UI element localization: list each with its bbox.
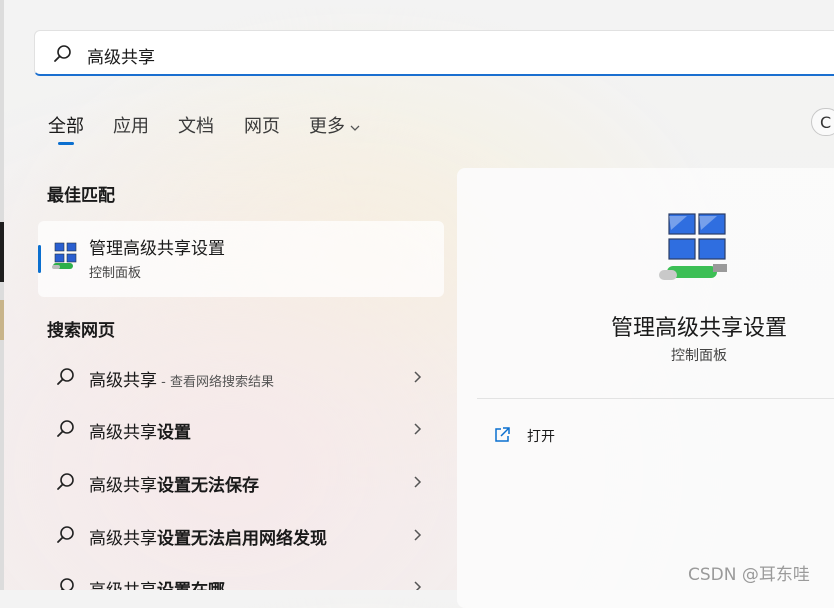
tab-apps[interactable]: 应用 <box>113 112 149 138</box>
search-icon <box>56 472 76 496</box>
search-icon <box>56 367 76 391</box>
web-result-text: 高级共享 - 查看网络搜索结果 <box>89 366 274 391</box>
best-match-heading: 最佳匹配 <box>47 186 115 206</box>
chevron-right-icon <box>412 369 422 389</box>
best-match-card[interactable]: 管理高级共享设置 控制面板 <box>38 221 444 297</box>
watermark: CSDN @耳东哇 <box>688 565 810 585</box>
result-query: 高级共享 <box>89 476 157 496</box>
chevron-right-icon <box>412 474 422 494</box>
network-sharing-icon <box>52 241 80 275</box>
web-result-text: 高级共享设置无法启用网络发现 <box>89 524 327 549</box>
result-completion: 设置无法保存 <box>157 476 259 496</box>
tab-all[interactable]: 全部 <box>48 112 84 138</box>
tab-more-label: 更多 <box>309 116 345 137</box>
open-action-label: 打开 <box>527 429 555 445</box>
search-icon <box>53 44 73 68</box>
divider <box>477 398 834 399</box>
open-external-icon <box>493 426 511 448</box>
web-result-item[interactable]: 高级共享 - 查看网络搜索结果 <box>44 354 444 400</box>
network-sharing-icon <box>657 212 733 296</box>
web-result-item[interactable]: 高级共享设置在哪 <box>44 564 444 590</box>
preview-subtitle: 控制面板 <box>671 348 727 364</box>
chevron-right-icon <box>412 579 422 590</box>
selection-indicator <box>38 245 41 273</box>
background-window-fragment <box>0 222 4 282</box>
chevron-down-icon <box>349 117 361 138</box>
tab-more[interactable]: 更多 <box>309 112 361 138</box>
best-match-subtitle: 控制面板 <box>89 266 142 281</box>
result-suffix: - 查看网络搜索结果 <box>157 375 274 390</box>
web-result-item[interactable]: 高级共享设置无法启用网络发现 <box>44 512 444 558</box>
active-tab-indicator <box>58 142 74 145</box>
chevron-right-icon <box>412 421 422 441</box>
web-result-text: 高级共享设置 <box>89 418 191 443</box>
search-box[interactable]: 高级共享 <box>34 30 834 76</box>
tab-web[interactable]: 网页 <box>244 112 280 138</box>
result-completion: 设置无法启用网络发现 <box>157 529 327 549</box>
background-window-edge <box>0 0 4 590</box>
result-query: 高级共享 <box>89 423 157 443</box>
web-result-text: 高级共享设置无法保存 <box>89 471 259 496</box>
chevron-right-icon <box>412 527 422 547</box>
web-result-text: 高级共享设置在哪 <box>89 576 225 590</box>
web-result-item[interactable]: 高级共享设置 <box>44 406 444 452</box>
preview-pane: 管理高级共享设置 控制面板 打开 <box>457 168 834 608</box>
search-icon <box>56 419 76 443</box>
preview-title: 管理高级共享设置 <box>610 316 787 341</box>
result-completion: 设置在哪 <box>157 581 225 590</box>
web-search-heading: 搜索网页 <box>47 321 115 341</box>
result-query: 高级共享 <box>89 581 157 590</box>
result-completion: 设置 <box>157 423 191 443</box>
search-icon <box>56 525 76 549</box>
search-query-text[interactable]: 高级共享 <box>87 43 155 68</box>
tab-documents[interactable]: 文档 <box>178 112 214 138</box>
result-query: 高级共享 <box>89 529 157 549</box>
profile-button[interactable]: C <box>811 108 834 136</box>
web-result-item[interactable]: 高级共享设置无法保存 <box>44 459 444 505</box>
search-icon <box>56 577 76 590</box>
result-query: 高级共享 <box>89 371 157 391</box>
background-window-fragment <box>0 300 4 340</box>
best-match-title: 管理高级共享设置 <box>89 239 225 259</box>
